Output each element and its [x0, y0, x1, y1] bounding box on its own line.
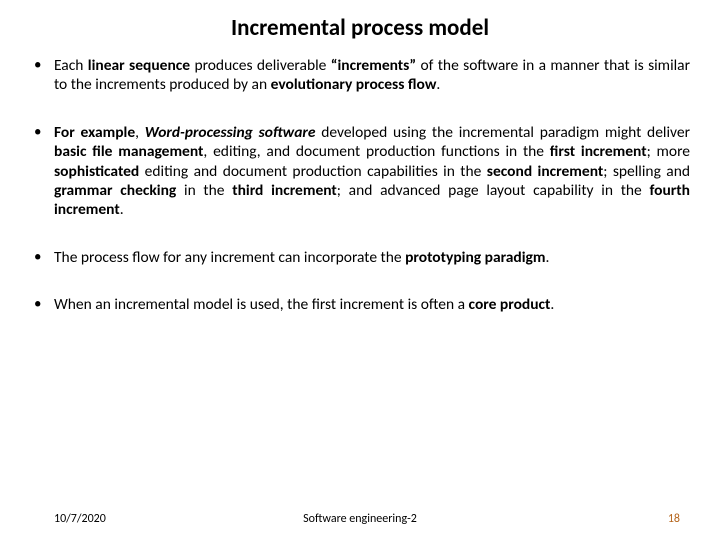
text: , editing, and document production funct…: [203, 142, 549, 161]
bold-text: basic file management: [54, 142, 203, 161]
bold-text: core product: [469, 295, 551, 314]
bold-text: first increment: [550, 142, 647, 161]
text: .: [546, 248, 550, 267]
slide-footer: 10/7/2020 Software engineering-2 18: [0, 512, 720, 526]
bullet-item: When an incremental model is used, the f…: [30, 295, 690, 314]
bold-text: “increments”: [331, 56, 416, 75]
text: .: [120, 200, 124, 219]
bold-text: grammar checking: [54, 181, 176, 200]
text: developed using the incremental paradigm…: [315, 123, 690, 142]
slide: Incremental process model Each linear se…: [0, 0, 720, 540]
footer-course: Software engineering-2: [303, 512, 417, 526]
bold-text: second increment: [487, 162, 604, 181]
slide-title: Incremental process model: [30, 14, 690, 42]
bullet-list: Each linear sequence produces deliverabl…: [30, 56, 690, 314]
footer-date: 10/7/2020: [54, 512, 106, 526]
bold-text: third increment: [232, 181, 337, 200]
bold-text: sophisticated: [54, 162, 139, 181]
bullet-item: For example, Word-processing software de…: [30, 123, 690, 220]
text: ; and advanced page layout capability in…: [337, 181, 650, 200]
text: .: [550, 295, 554, 314]
footer-page-number: 18: [668, 512, 680, 526]
text: Each: [54, 56, 88, 75]
text: produces deliverable: [190, 56, 331, 75]
text: editing and document production capabili…: [139, 162, 487, 181]
text: in the: [176, 181, 232, 200]
text: When an incremental model is used, the f…: [54, 295, 469, 314]
bold-text: evolutionary process flow: [271, 75, 437, 94]
text: ,: [135, 123, 145, 142]
bold-text: linear sequence: [88, 56, 190, 75]
bold-text: prototyping paradigm: [405, 248, 545, 267]
bullet-item: Each linear sequence produces deliverabl…: [30, 56, 690, 95]
text: .: [436, 75, 440, 94]
text: ; spelling and: [603, 162, 690, 181]
text: The process flow for any increment can i…: [54, 248, 405, 267]
bold-italic-text: Word-processing software: [145, 123, 316, 142]
bullet-item: The process flow for any increment can i…: [30, 248, 690, 267]
text: ; more: [647, 142, 690, 161]
bold-text: For example: [54, 123, 135, 142]
